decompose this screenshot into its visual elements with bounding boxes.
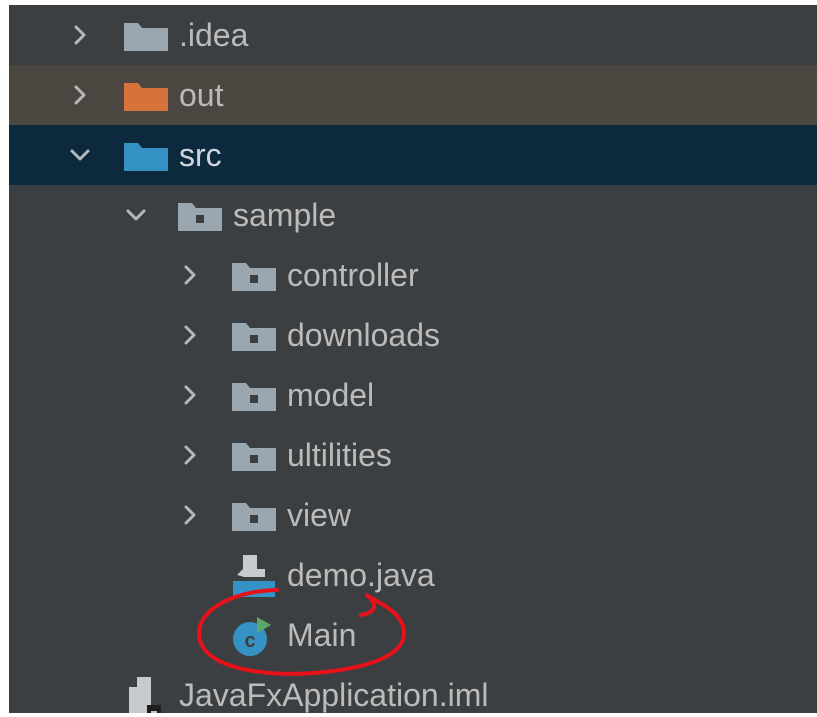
tree-item-ultilities[interactable]: ultilities (9, 425, 817, 485)
package-icon (232, 443, 276, 471)
tree-item-main[interactable]: c Main (9, 605, 817, 665)
package-icon (232, 323, 276, 351)
tree-item-src[interactable]: src (9, 125, 817, 185)
package-icon (232, 503, 276, 531)
excluded-folder-icon (124, 83, 168, 111)
tree-item-label: sample (233, 197, 337, 233)
tree-item-sample[interactable]: sample (9, 185, 817, 245)
folder-icon (124, 23, 168, 51)
tree-item-iml[interactable]: JavaFxApplication.iml (9, 665, 817, 713)
chevron-right-icon[interactable] (177, 502, 203, 528)
tree-item-idea[interactable]: .idea (9, 5, 817, 65)
java-file-icon (233, 555, 275, 597)
package-icon (178, 203, 222, 231)
tree-item-label: demo.java (287, 557, 435, 593)
source-folder-icon (124, 143, 168, 171)
chevron-right-icon[interactable] (67, 82, 93, 108)
tree-item-model[interactable]: model (9, 365, 817, 425)
tree-item-controller[interactable]: controller (9, 245, 817, 305)
chevron-right-icon[interactable] (177, 442, 203, 468)
project-tree-panel: .idea out src sample controller download… (9, 5, 817, 713)
tree-item-label: out (179, 77, 224, 113)
tree-item-label: ultilities (287, 437, 392, 473)
tree-item-demo-java[interactable]: demo.java (9, 545, 817, 605)
chevron-right-icon[interactable] (177, 382, 203, 408)
tree-item-view[interactable]: view (9, 485, 817, 545)
chevron-down-icon[interactable] (67, 142, 93, 168)
java-class-run-icon: c (233, 617, 271, 656)
tree-item-label: Main (287, 617, 357, 653)
tree-item-out[interactable]: out (9, 65, 817, 125)
tree-item-label: .idea (179, 17, 249, 53)
tree-item-downloads[interactable]: downloads (9, 305, 817, 365)
tree-item-label: view (287, 497, 352, 533)
chevron-down-icon[interactable] (123, 202, 149, 228)
chevron-right-icon[interactable] (177, 322, 203, 348)
tree-item-label: JavaFxApplication.iml (179, 677, 489, 713)
chevron-right-icon[interactable] (67, 22, 93, 48)
tree-item-label: downloads (287, 317, 440, 353)
tree-item-label: src (179, 137, 222, 173)
package-icon (232, 383, 276, 411)
tree-item-label: controller (287, 257, 419, 293)
package-icon (232, 263, 276, 291)
svg-text:c: c (244, 630, 255, 652)
tree-item-label: model (287, 377, 375, 413)
chevron-right-icon[interactable] (177, 262, 203, 288)
iml-file-icon (129, 677, 161, 713)
